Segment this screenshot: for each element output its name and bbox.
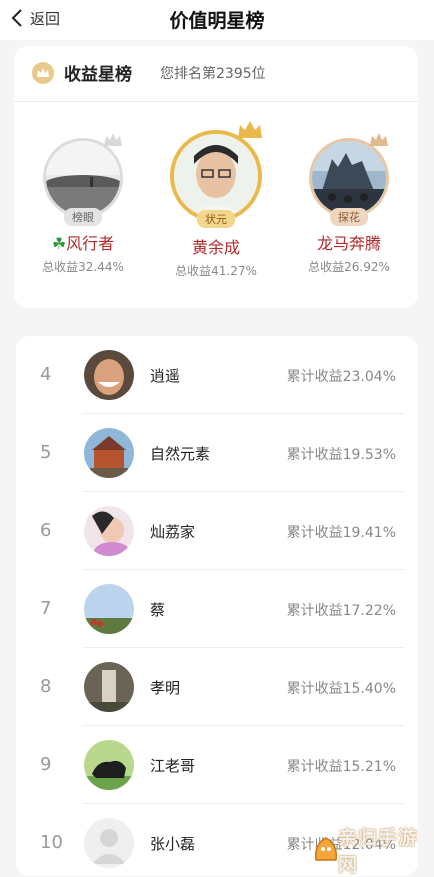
avatar (84, 584, 134, 634)
nav-bar: 返回 价值明星榜 (0, 0, 434, 40)
user-name: 江老哥 (150, 755, 195, 776)
watermark-logo-icon (312, 834, 340, 864)
list-item[interactable]: 5 自然元素 累计收益19.53% (16, 414, 418, 492)
podium-gain: 总收益26.92% (284, 258, 414, 275)
my-rank-text: 您排名第2395位 (160, 63, 266, 83)
user-name: 逍遥 (150, 365, 180, 386)
board-title: 收益星榜 (64, 60, 132, 85)
board-header: 收益星榜 您排名第2395位 (14, 46, 418, 102)
gain-text: 累计收益23.04% (287, 366, 396, 386)
avatar (84, 506, 134, 556)
podium-third[interactable]: 探花 龙马奔腾 总收益26.92% (284, 138, 414, 275)
user-name: 张小磊 (150, 833, 195, 854)
list-item[interactable]: 7 蔡 累计收益17.22% (16, 570, 418, 648)
clover-icon: ☘ (52, 234, 66, 253)
gain-text: 累计收益19.41% (287, 522, 396, 542)
gain-text: 累计收益15.21% (287, 756, 396, 776)
gain-text: 累计收益15.40% (287, 678, 396, 698)
user-name: 孝明 (150, 677, 180, 698)
podium-name: ☘风行者 (18, 230, 148, 254)
podium-name-text: 风行者 (66, 234, 114, 253)
podium-gain: 总收益32.44% (18, 258, 148, 275)
rank-number: 6 (40, 520, 68, 541)
rank-number: 4 (40, 364, 68, 385)
rank-tag: 榜眼 (64, 208, 102, 226)
rank-number: 8 (40, 676, 68, 697)
rank-number: 10 (40, 832, 68, 853)
list-item[interactable]: 9 江老哥 累计收益15.21% (16, 726, 418, 804)
podium-name: 黄余成 (151, 234, 281, 258)
rank-number: 9 (40, 754, 68, 775)
avatar (84, 818, 134, 868)
rank-tag: 探花 (330, 208, 368, 226)
page-title: 价值明星榜 (0, 6, 434, 33)
avatar (84, 740, 134, 790)
podium-second[interactable]: 榜眼 ☘风行者 总收益32.44% (18, 138, 148, 275)
avatar (84, 350, 134, 400)
avatar (84, 662, 134, 712)
crown-icon (369, 132, 389, 152)
user-name: 自然元素 (150, 443, 210, 464)
crown-icon (237, 120, 263, 144)
gain-text: 累计收益17.22% (287, 600, 396, 620)
crown-icon (32, 62, 54, 84)
list-item[interactable]: 4 逍遥 累计收益23.04% (16, 336, 418, 414)
rank-number: 5 (40, 442, 68, 463)
list-item[interactable]: 6 灿荔家 累计收益19.41% (16, 492, 418, 570)
rank-number: 7 (40, 598, 68, 619)
user-name: 蔡 (150, 599, 165, 620)
podium-name: 龙马奔腾 (284, 230, 414, 254)
watermark-text: 亲归手游网 (338, 823, 430, 877)
avatar (84, 428, 134, 478)
top-board-card: 收益星榜 您排名第2395位 榜眼 ☘风行者 总收益32.44% (14, 46, 418, 308)
rank-tag: 状元 (197, 210, 235, 228)
ranking-list: 4 逍遥 累计收益23.04% 5 自然元素 累计收益19.53% 6 (16, 336, 418, 876)
crown-icon (103, 132, 123, 152)
podium-first[interactable]: 状元 黄余成 总收益41.27% (151, 130, 281, 279)
gain-text: 累计收益19.53% (287, 444, 396, 464)
watermark: 亲归手游网 (312, 832, 430, 868)
podium-gain: 总收益41.27% (151, 262, 281, 279)
user-name: 灿荔家 (150, 521, 195, 542)
list-item[interactable]: 8 孝明 累计收益15.40% (16, 648, 418, 726)
